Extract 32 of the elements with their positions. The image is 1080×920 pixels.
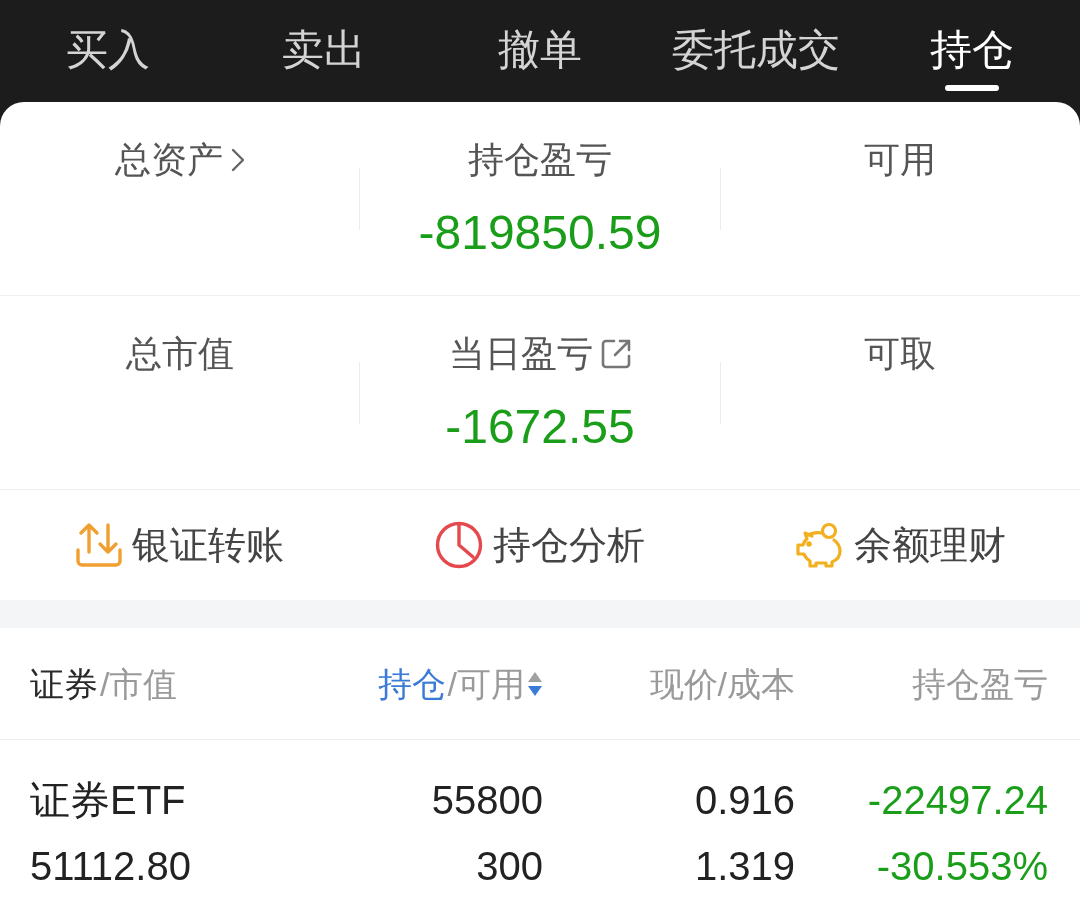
- action-button[interactable]: 持仓分析: [435, 521, 645, 569]
- column-header[interactable]: 证券/市值: [30, 662, 178, 705]
- action-button[interactable]: 余额理财: [794, 522, 1006, 568]
- profit-loss-percent: -30.553%: [876, 843, 1048, 890]
- pie-chart-icon: [435, 521, 483, 569]
- summary-label: 可用: [864, 138, 937, 182]
- market-value: 51112.80: [30, 843, 191, 890]
- action-button[interactable]: 银证转账: [76, 522, 284, 568]
- summary-label: 持仓盈亏: [468, 138, 612, 182]
- tab[interactable]: 持仓: [930, 26, 1014, 91]
- transfer-arrows-icon: [76, 522, 122, 568]
- cost-price: 1.319: [694, 843, 795, 890]
- available-quantity: 300: [476, 843, 543, 890]
- summary-label: 总市值: [125, 332, 234, 376]
- summary-label: 可取: [864, 332, 937, 376]
- summary-link[interactable]: 总资产: [114, 138, 245, 182]
- column-header[interactable]: 持仓/可用: [377, 662, 543, 705]
- summary-value: -1672.55: [445, 399, 635, 455]
- tab[interactable]: 买入: [66, 26, 150, 74]
- tab[interactable]: 委托成交: [672, 26, 840, 74]
- tab[interactable]: 撤单: [498, 26, 582, 74]
- piggy-bank-icon: [794, 522, 844, 568]
- summary-value: -819850.59: [418, 205, 662, 261]
- summary-link[interactable]: 当日盈亏: [449, 332, 631, 376]
- tab[interactable]: 卖出: [282, 26, 366, 74]
- position-quantity: 55800: [431, 777, 543, 824]
- current-price: 0.916: [694, 777, 795, 824]
- security-name: 证券ETF: [30, 777, 186, 824]
- chevron-right-icon: [230, 148, 245, 172]
- profit-loss: -22497.24: [867, 777, 1048, 824]
- selected-tab-underline: [945, 85, 999, 91]
- external-link-icon: [601, 339, 631, 369]
